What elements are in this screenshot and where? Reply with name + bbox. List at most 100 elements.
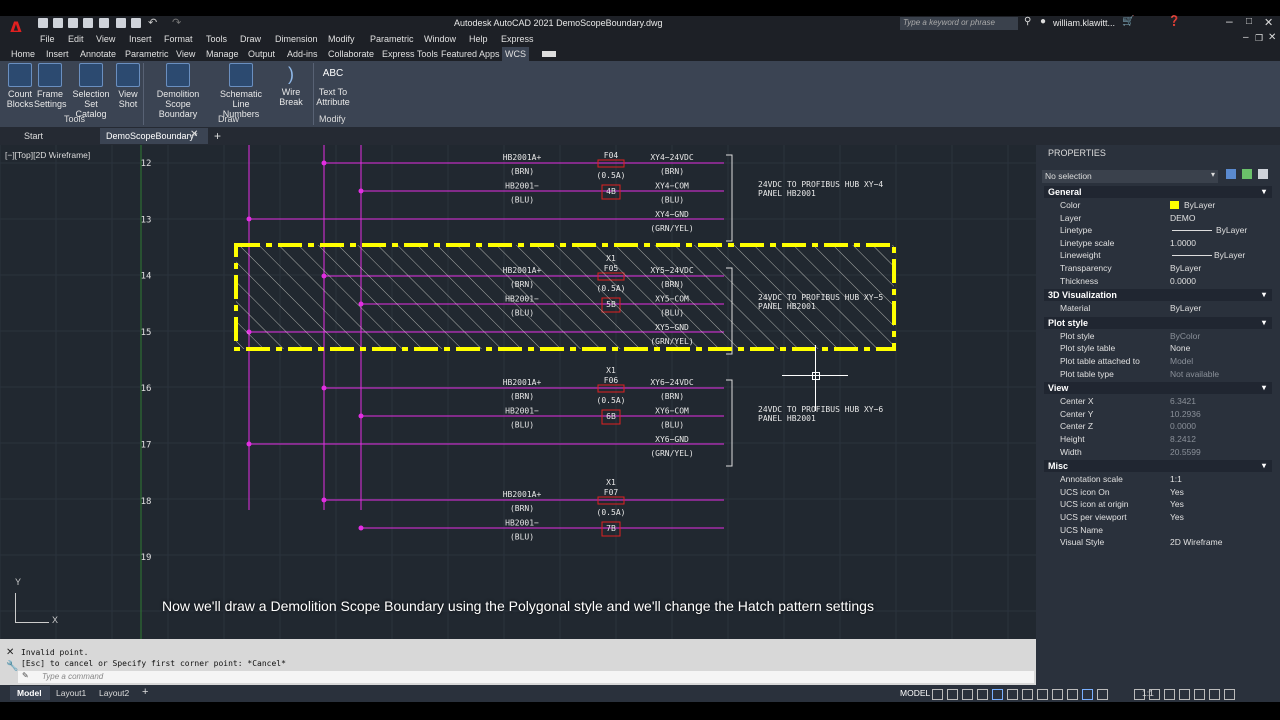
layout-tab-model[interactable]: Model bbox=[10, 686, 50, 700]
tab-manage[interactable]: Manage bbox=[206, 47, 239, 61]
menu-dimension[interactable]: Dimension bbox=[275, 32, 318, 47]
command-prompt-icon[interactable]: ✎ bbox=[22, 671, 29, 680]
new-icon[interactable] bbox=[38, 18, 48, 28]
web-save-icon[interactable] bbox=[99, 18, 109, 28]
tab-wcs[interactable]: WCS bbox=[502, 47, 529, 61]
snap-icon[interactable] bbox=[947, 689, 958, 700]
user-icon[interactable]: ● bbox=[1040, 16, 1046, 27]
grid-icon[interactable] bbox=[932, 689, 943, 700]
property-row[interactable]: UCS per viewport Yes bbox=[1044, 511, 1272, 524]
open-icon[interactable] bbox=[53, 18, 63, 28]
tab-collaborate[interactable]: Collaborate bbox=[328, 47, 374, 61]
property-row[interactable]: UCS Name bbox=[1044, 524, 1272, 537]
selection-dropdown[interactable]: No selection ▾ bbox=[1042, 170, 1218, 183]
transparency-icon[interactable] bbox=[1052, 689, 1063, 700]
menu-edit[interactable]: Edit bbox=[68, 32, 84, 47]
command-input[interactable]: ✎ Type a command bbox=[18, 671, 1034, 683]
doc-tab-start[interactable]: Start bbox=[0, 128, 100, 144]
isolate-icon[interactable] bbox=[1179, 689, 1190, 700]
chevron-down-icon[interactable]: ▾ bbox=[1262, 382, 1266, 394]
property-row[interactable]: Plot style table None bbox=[1044, 342, 1272, 355]
tab-view[interactable]: View bbox=[176, 47, 195, 61]
property-row[interactable]: Plot style ByColor bbox=[1044, 330, 1272, 343]
property-category[interactable]: 3D Visualization ▾ bbox=[1044, 289, 1272, 302]
model-space-button[interactable]: MODEL bbox=[900, 688, 930, 698]
quick-select-icon[interactable] bbox=[1258, 169, 1268, 179]
wire-break-button[interactable]: ) Wire Break bbox=[270, 63, 312, 107]
property-row[interactable]: Linetype ByLayer bbox=[1044, 224, 1272, 237]
property-category[interactable]: View ▾ bbox=[1044, 382, 1272, 395]
doc-restore-icon[interactable]: ❐ bbox=[1255, 33, 1263, 44]
property-row[interactable]: UCS icon On Yes bbox=[1044, 486, 1272, 499]
clean-screen-icon[interactable] bbox=[1209, 689, 1220, 700]
redo-icon[interactable]: ↷ bbox=[172, 16, 181, 29]
user-name[interactable]: william.klawitt... bbox=[1053, 18, 1115, 28]
chevron-down-icon[interactable]: ▾ bbox=[1262, 460, 1266, 472]
selection-set-catalog-button[interactable]: Selection Set Catalog bbox=[66, 63, 116, 119]
save-as-icon[interactable] bbox=[83, 18, 93, 28]
property-row[interactable]: Color ByLayer bbox=[1044, 199, 1272, 212]
view-shot-button[interactable]: View Shot bbox=[114, 63, 142, 109]
doc-tab-demoscopeboundary[interactable]: DemoScopeBoundary* ✕ bbox=[100, 128, 208, 144]
chevron-down-icon[interactable]: ▾ bbox=[1262, 317, 1266, 329]
menu-tools[interactable]: Tools bbox=[206, 32, 227, 47]
close-icon[interactable]: ✕ bbox=[1264, 16, 1273, 29]
property-row[interactable]: Linetype scale 1.0000 bbox=[1044, 237, 1272, 250]
plus-icon[interactable] bbox=[1164, 689, 1175, 700]
ribbon-toggle-icon[interactable] bbox=[542, 51, 556, 57]
tab-output[interactable]: Output bbox=[248, 47, 275, 61]
customize-icon[interactable] bbox=[1224, 689, 1235, 700]
property-row[interactable]: Visual Style 2D Wireframe bbox=[1044, 536, 1272, 549]
menu-insert[interactable]: Insert bbox=[129, 32, 152, 47]
lineweight-icon[interactable] bbox=[1037, 689, 1048, 700]
annotation-scale[interactable]: 1:1 bbox=[1142, 688, 1154, 698]
toggle-pickadd-icon[interactable] bbox=[1226, 169, 1236, 179]
menu-window[interactable]: Window bbox=[424, 32, 456, 47]
property-row[interactable]: Annotation scale 1:1 bbox=[1044, 473, 1272, 486]
property-category[interactable]: Misc ▾ bbox=[1044, 460, 1272, 473]
osnap-icon[interactable] bbox=[1007, 689, 1018, 700]
ortho-icon[interactable] bbox=[962, 689, 973, 700]
customize-icon[interactable]: 🔧 bbox=[6, 661, 18, 672]
selection-cycling-icon[interactable] bbox=[1067, 689, 1078, 700]
doc-close-icon[interactable]: ✕ bbox=[1268, 32, 1276, 43]
property-row[interactable]: Layer DEMO bbox=[1044, 212, 1272, 225]
menu-help[interactable]: Help bbox=[469, 32, 488, 47]
menu-file[interactable]: File bbox=[40, 32, 55, 47]
count-blocks-button[interactable]: Count Blocks bbox=[4, 63, 36, 109]
tab-featured-apps[interactable]: Featured Apps bbox=[441, 47, 500, 61]
chevron-down-icon[interactable]: ▾ bbox=[1262, 289, 1266, 301]
otrack-icon[interactable] bbox=[1022, 689, 1033, 700]
polar-icon[interactable] bbox=[977, 689, 988, 700]
property-row[interactable]: Lineweight ByLayer bbox=[1044, 249, 1272, 262]
new-tab-icon[interactable]: + bbox=[214, 129, 221, 143]
property-row[interactable]: Center X 6.3421 bbox=[1044, 395, 1272, 408]
property-row[interactable]: Plot table type Not available bbox=[1044, 368, 1272, 381]
property-row[interactable]: UCS icon at origin Yes bbox=[1044, 498, 1272, 511]
menu-modify[interactable]: Modify bbox=[328, 32, 355, 47]
tab-insert[interactable]: Insert bbox=[46, 47, 69, 61]
menu-express[interactable]: Express bbox=[501, 32, 534, 47]
doc-minimize-icon[interactable]: – bbox=[1243, 32, 1249, 43]
hardware-accel-icon[interactable] bbox=[1194, 689, 1205, 700]
search-icon[interactable]: ⚲ bbox=[1024, 16, 1031, 27]
cart-icon[interactable]: 🛒 bbox=[1122, 16, 1134, 27]
tab-annotate[interactable]: Annotate bbox=[80, 47, 116, 61]
layout-tab-layout1[interactable]: Layout1 bbox=[56, 688, 86, 698]
save-icon[interactable] bbox=[68, 18, 78, 28]
add-layout-icon[interactable]: + bbox=[142, 686, 148, 698]
property-row[interactable]: Width 20.5599 bbox=[1044, 446, 1272, 459]
drawing-canvas[interactable]: [−][Top][2D Wireframe] 12 13 14 15 16 17 18 19 H… bbox=[0, 145, 1036, 639]
property-row[interactable]: Height 8.2412 bbox=[1044, 433, 1272, 446]
property-row[interactable]: Thickness 0.0000 bbox=[1044, 275, 1272, 288]
menu-view[interactable]: View bbox=[96, 32, 115, 47]
close-command-icon[interactable]: ✕ bbox=[6, 647, 14, 658]
undo-icon[interactable]: ↶ bbox=[148, 16, 157, 29]
demolition-scope-boundary-button[interactable]: Demolition Scope Boundary bbox=[146, 63, 210, 119]
property-row[interactable]: Transparency ByLayer bbox=[1044, 262, 1272, 275]
help-icon[interactable]: ❓ bbox=[1168, 16, 1180, 27]
tab-parametric[interactable]: Parametric bbox=[125, 47, 169, 61]
share-icon[interactable] bbox=[131, 18, 141, 28]
property-category[interactable]: Plot style ▾ bbox=[1044, 316, 1272, 329]
plot-icon[interactable] bbox=[116, 18, 126, 28]
